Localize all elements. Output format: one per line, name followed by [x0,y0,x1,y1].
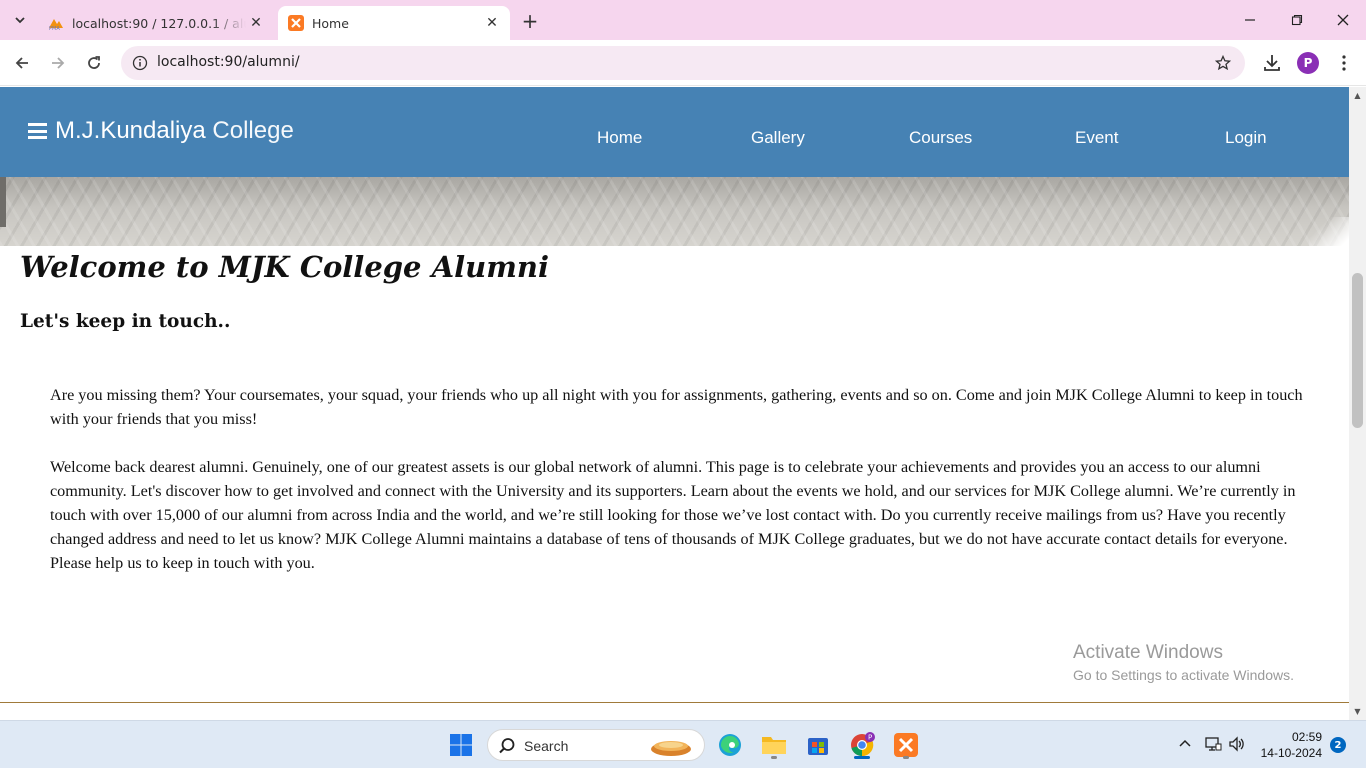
volume-speaker-icon[interactable] [1226,733,1248,755]
tab-search-chevron-icon[interactable] [8,8,32,32]
watermark-title: Activate Windows [1073,642,1223,663]
new-tab-plus-icon[interactable]: + [518,9,542,33]
edge-browser-icon[interactable] [714,729,746,761]
browser-tab-strip: PMA localhost:90 / 127.0.0.1 / alumni ✕ … [0,0,1366,40]
close-tab-icon[interactable]: ✕ [246,13,266,33]
taskbar-clock[interactable]: 02:59 14-10-2024 [1254,729,1322,761]
footer-divider [0,702,1349,703]
xampp-taskbar-icon[interactable] [890,729,922,761]
search-icon [499,738,515,754]
nav-link-login[interactable]: Login [1225,128,1267,148]
forward-arrow-icon[interactable] [44,49,72,77]
page-viewport: M.J.Kundaliya College Home Gallery Cours… [0,87,1349,720]
microsoft-store-icon[interactable] [802,729,834,761]
windows-taskbar: Search P 02:59 14-10-2024 2 [0,720,1366,768]
search-highlight-pie-icon [651,741,691,756]
network-icon[interactable] [1202,733,1224,755]
restore-window-icon[interactable] [1285,8,1309,32]
svg-text:PMA: PMA [49,26,60,31]
page-subtitle: Let's keep in touch.. [20,311,231,332]
chrome-browser-icon[interactable]: P [846,729,878,761]
taskbar-search-box[interactable]: Search [487,729,705,761]
scroll-down-arrow-icon[interactable]: ▼ [1353,707,1362,716]
tab-title: localhost:90 / 127.0.0.1 / alumni [72,15,246,31]
browser-menu-icon[interactable] [1334,51,1354,75]
nav-link-event[interactable]: Event [1075,128,1118,148]
activate-windows-watermark: Activate Windows Go to Settings to activ… [1073,642,1294,683]
url-text[interactable]: localhost:90/alumni/ [157,54,300,70]
brand-name-bold: M.J.Kundaliya [55,117,206,144]
clock-date: 14-10-2024 [1260,746,1322,760]
bookmark-star-icon[interactable] [1213,53,1233,73]
notification-count-badge[interactable]: 2 [1330,737,1346,753]
scrollbar-thumb[interactable] [1352,273,1363,428]
intro-paragraph: Are you missing them? Your coursemates, … [50,386,1303,428]
windows-start-icon[interactable] [445,729,477,761]
page-title: Welcome to MJK College Alumni [20,250,549,284]
browser-toolbar: localhost:90/alumni/ P [0,40,1366,86]
clock-time: 02:59 [1291,730,1322,744]
back-arrow-icon[interactable] [8,49,36,77]
site-brand[interactable]: M.J.Kundaliya College [55,117,294,145]
file-explorer-icon[interactable] [758,729,790,761]
minimize-window-icon[interactable] [1238,8,1262,32]
xampp-icon [288,15,304,31]
about-paragraph: Welcome back dearest alumni. Genuinely, … [50,458,1296,572]
reload-icon[interactable] [80,49,108,77]
profile-avatar[interactable]: P [1297,52,1319,74]
nav-link-courses[interactable]: Courses [909,128,972,148]
nav-link-home[interactable]: Home [597,128,642,148]
hero-banner-image [0,177,1349,246]
svg-text:P: P [868,734,872,742]
scroll-up-arrow-icon[interactable]: ▲ [1353,91,1362,100]
watermark-subtitle: Go to Settings to activate Windows. [1073,667,1294,683]
site-info-icon[interactable] [131,54,149,72]
site-navbar: M.J.Kundaliya College Home Gallery Cours… [0,87,1349,177]
tab-home[interactable]: Home ✕ [278,6,510,40]
close-tab-icon[interactable]: ✕ [482,13,502,33]
hamburger-menu-icon[interactable] [28,123,47,139]
tab-title: Home [312,15,349,31]
page-scrollbar[interactable]: ▲ ▼ [1349,87,1366,720]
address-bar[interactable]: localhost:90/alumni/ [121,46,1245,80]
tab-phpmyadmin[interactable]: PMA localhost:90 / 127.0.0.1 / alumni ✕ [38,6,274,40]
download-icon[interactable] [1260,51,1284,75]
search-label: Search [524,738,569,754]
close-window-icon[interactable] [1331,8,1355,32]
phpmyadmin-icon: PMA [49,19,63,31]
show-hidden-icons-chevron-icon[interactable] [1174,733,1196,755]
brand-name-light: College [212,117,294,144]
nav-link-gallery[interactable]: Gallery [751,128,805,148]
